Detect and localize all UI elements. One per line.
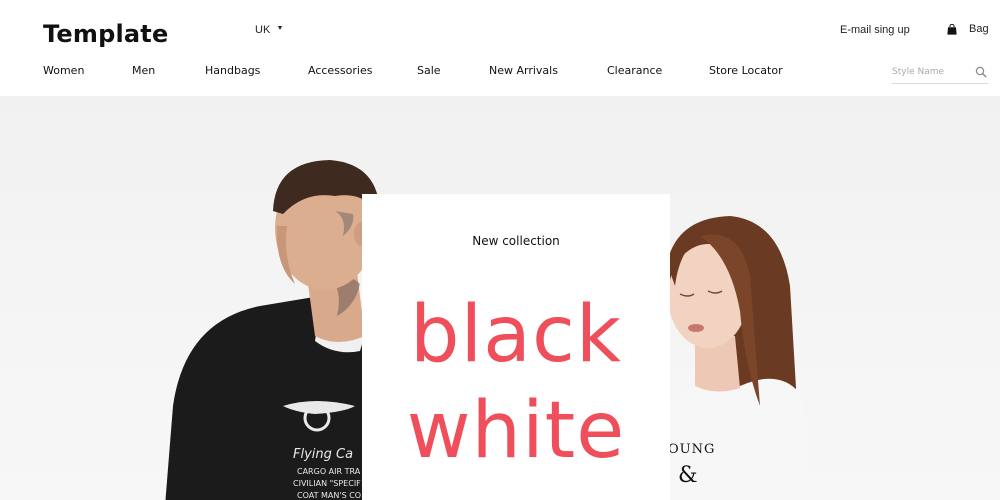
nav-item-men[interactable]: Men [132,64,155,77]
locale-label: UK [255,24,271,36]
male-model-image: Flying Ca CARGO AIR TRA CIVILIAN "SPECIF… [165,156,395,500]
nav-item-sale[interactable]: Sale [417,64,441,77]
nav-item-women[interactable]: Women [43,64,84,77]
woman-shirt-text-1: OUNG [668,442,715,457]
locale-selector[interactable]: UK [255,24,283,36]
headline-white: white [406,386,626,476]
bag-label: Bag [969,23,989,35]
search-box [892,62,988,84]
email-signup-link[interactable]: E-mail sing up [840,24,910,36]
collection-eyebrow: New collection [472,234,560,248]
nav-item-new-arrivals[interactable]: New Arrivals [489,64,558,77]
collection-card[interactable]: New collection black white [362,194,670,500]
man-shirt-text-2: CARGO AIR TRA [297,467,361,476]
female-model-image: OUNG & [660,216,810,500]
search-input[interactable] [892,64,970,80]
nav-item-store-locator[interactable]: Store Locator [709,64,783,77]
site-logo[interactable]: Template [43,20,168,48]
hero-banner[interactable]: Flying Ca CARGO AIR TRA CIVILIAN "SPECIF… [0,96,1000,500]
man-shirt-text-4: COAT MAN'S CO [297,491,361,500]
man-shirt-text-1: Flying Ca [293,447,353,462]
nav-item-accessories[interactable]: Accessories [308,64,372,77]
caret-down-icon [278,26,283,30]
nav-item-clearance[interactable]: Clearance [607,64,662,77]
nav-item-handbags[interactable]: Handbags [205,64,260,77]
site-header: Template UK E-mail sing up Bag Women Men… [0,0,1000,96]
search-icon[interactable] [975,65,987,78]
shopping-bag-icon [947,23,957,35]
man-shirt-text-3: CIVILIAN "SPECIF [293,479,361,488]
headline-black: black [409,290,623,380]
bag-button[interactable]: Bag [947,23,989,35]
woman-shirt-text-2: & [678,463,698,488]
